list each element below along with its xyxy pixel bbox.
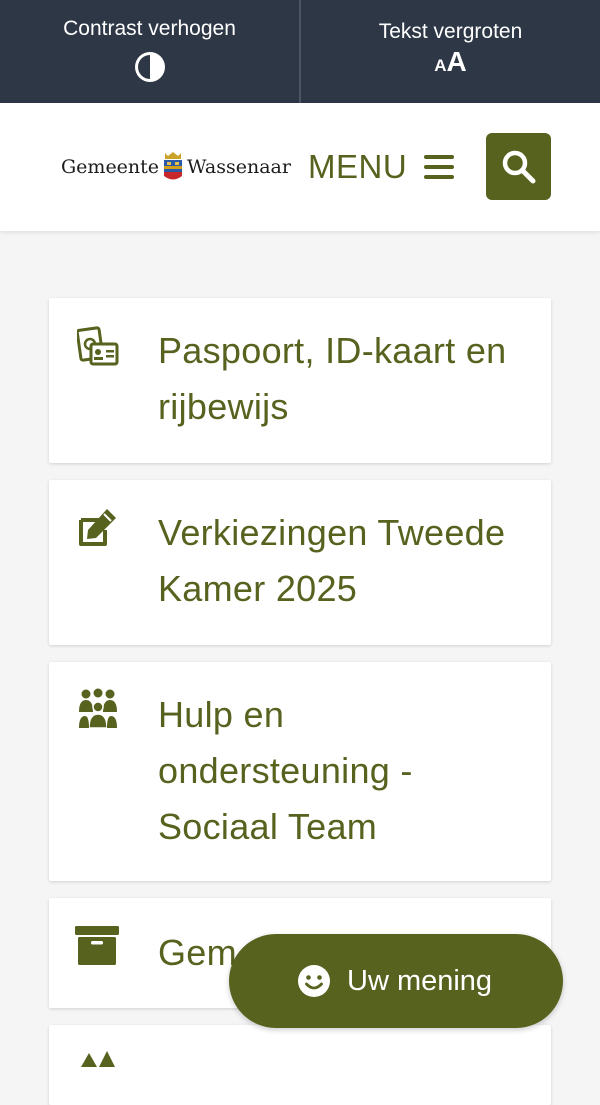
logo[interactable]: Gemeente Wassenaar <box>61 149 291 185</box>
contrast-icon <box>134 52 165 82</box>
card-elections[interactable]: Verkiezingen Tweede Kamer 2025 <box>49 480 551 645</box>
menu-button[interactable]: MENU <box>308 145 455 189</box>
accessibility-bar: Contrast verhogen Tekst vergroten AA <box>0 0 600 103</box>
trees-icon <box>81 1051 115 1067</box>
pencil-edit-icon <box>79 509 116 546</box>
card-social-team[interactable]: Hulp en ondersteuning - Sociaal Team <box>49 662 551 881</box>
menu-label: MENU <box>308 148 408 185</box>
contrast-button[interactable]: Contrast verhogen <box>0 0 301 103</box>
id-card-icon <box>77 326 119 366</box>
smiley-icon <box>298 965 330 997</box>
people-group-icon <box>79 688 117 729</box>
archive-box-icon <box>75 926 119 965</box>
text-size-icon: AA <box>434 46 467 77</box>
card-passport[interactable]: Paspoort, ID-kaart en rijbewijs <box>49 298 551 463</box>
feedback-button[interactable]: Uw mening <box>229 934 563 1028</box>
card-title: Verkiezingen Tweede Kamer 2025 <box>158 512 506 609</box>
logo-text-right: Wassenaar <box>187 156 291 178</box>
search-icon <box>502 150 535 183</box>
text-size-button[interactable]: Tekst vergroten AA <box>301 0 600 103</box>
search-button[interactable] <box>486 133 551 200</box>
text-size-label: Tekst vergroten <box>378 20 523 43</box>
hamburger-icon <box>424 155 455 179</box>
crest-icon <box>164 152 183 180</box>
contrast-label: Contrast verhogen <box>63 17 236 40</box>
logo-text-left: Gemeente <box>61 156 160 178</box>
site-header: Gemeente Wassenaar MENU <box>0 103 600 231</box>
card-partial[interactable] <box>49 1025 551 1105</box>
feedback-label: Uw mening <box>347 964 493 997</box>
card-title: Hulp en ondersteuning - Sociaal Team <box>158 694 413 847</box>
card-title: Paspoort, ID-kaart en rijbewijs <box>158 330 507 427</box>
